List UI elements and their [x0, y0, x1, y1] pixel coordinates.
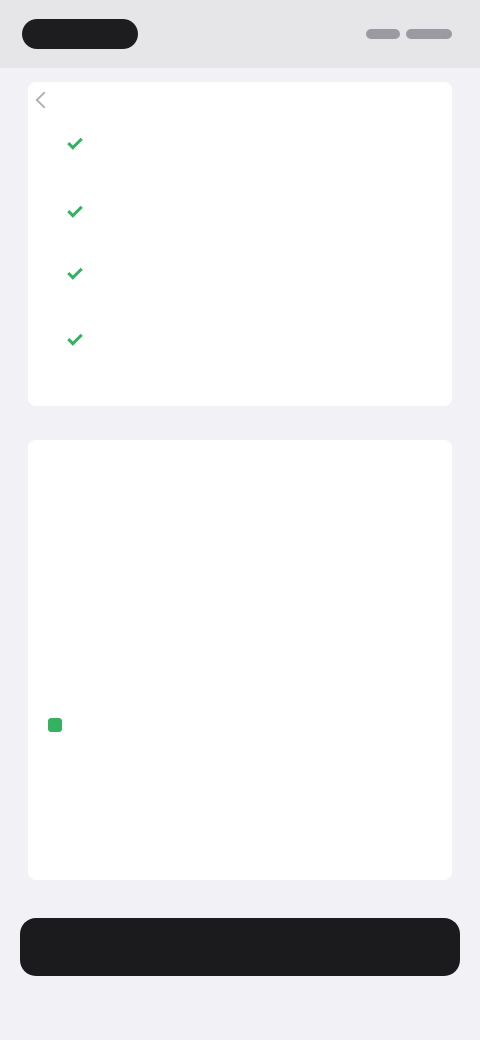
check-icon — [67, 264, 83, 280]
tag-icon — [48, 718, 62, 732]
check-icon — [67, 134, 83, 150]
benefit-item — [67, 330, 428, 346]
order-summary-card — [28, 440, 452, 880]
back-arrow-icon[interactable] — [35, 91, 53, 109]
top-right-controls[interactable] — [366, 29, 452, 39]
discount-row — [48, 718, 432, 732]
check-icon — [67, 202, 83, 218]
benefit-item — [67, 264, 428, 280]
top-bar — [0, 0, 480, 68]
top-control-a[interactable] — [366, 29, 400, 39]
top-pill-button[interactable] — [22, 19, 138, 49]
benefit-item — [67, 134, 428, 150]
checkout-button[interactable] — [20, 918, 460, 976]
benefit-item — [67, 202, 428, 218]
check-icon — [67, 330, 83, 346]
top-control-b[interactable] — [406, 29, 452, 39]
benefits-card — [28, 82, 452, 406]
